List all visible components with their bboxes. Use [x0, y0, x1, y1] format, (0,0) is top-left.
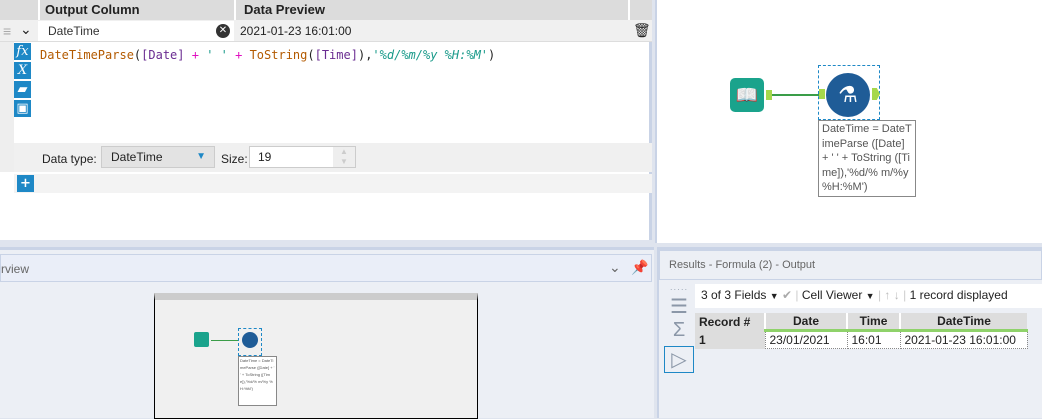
header-output-column: Output Column: [38, 0, 234, 20]
drag-handle-icon[interactable]: ≡: [3, 23, 11, 39]
data-type-select[interactable]: DateTime ▼: [101, 146, 215, 168]
column-header[interactable]: Date: [764, 313, 847, 332]
record-count: 1 record displayed: [909, 288, 1008, 302]
size-input[interactable]: 19 ▲ ▼: [249, 146, 356, 168]
arrow-down-icon[interactable]: ↓: [894, 288, 900, 302]
expr-field: [Time]: [314, 48, 358, 62]
grip-icon: ·····: [669, 285, 689, 294]
mini-connection: [211, 340, 239, 341]
size-label: Size:: [221, 152, 248, 166]
column-header[interactable]: DateTime: [899, 313, 1027, 332]
add-row: +: [14, 174, 652, 193]
header-data-preview: Data Preview: [234, 0, 628, 20]
header-end: [628, 0, 652, 20]
results-toolbar: 3 of 3 Fields ▼ ✔ | Cell Viewer ▼ | ↑ ↓ …: [695, 284, 1042, 308]
output-anchor: [872, 88, 880, 100]
expr-function: ToString: [249, 48, 308, 62]
expr-string: ' ': [206, 48, 228, 62]
variable-icon[interactable]: X: [14, 62, 31, 79]
size-value: 19: [258, 150, 272, 164]
add-field-button[interactable]: +: [17, 175, 34, 192]
overview-viewport[interactable]: DateTime = DateTimeParse ([Date] + ' ' +…: [154, 293, 478, 419]
preview-value: 2021-01-23 16:01:00: [240, 24, 352, 38]
expr-paren: ): [488, 48, 496, 62]
results-sidebar: ····· ☰ Σ ▷: [664, 285, 694, 373]
summary-icon[interactable]: Σ: [664, 319, 694, 342]
type-row: Data type: DateTime ▼ Size: 19 ▲ ▼: [14, 143, 652, 172]
formula-tool-selected[interactable]: ⚗: [818, 65, 880, 120]
expr-paren: (: [307, 48, 315, 62]
fields-dropdown[interactable]: 3 of 3 Fields: [701, 288, 766, 302]
output-column-value: DateTime: [48, 24, 100, 38]
input-tool-icon[interactable]: 📖: [730, 78, 764, 112]
trash-icon[interactable]: 🗑: [633, 22, 651, 39]
pin-icon[interactable]: 📌: [631, 259, 648, 276]
dropdown-arrow-icon: ▼: [196, 151, 206, 162]
output-column-input[interactable]: DateTime ✕: [38, 21, 234, 41]
open-folder-icon[interactable]: ▰: [14, 81, 31, 98]
data-type-label: Data type:: [42, 152, 97, 166]
overview-panel: rview ⌄ 📌 DateTime = DateTimeParse ([Dat…: [0, 247, 654, 419]
expression-editor[interactable]: DateTimeParse([Date] + ' ' + ToString([T…: [40, 48, 495, 62]
cell-date[interactable]: 23/01/2021: [764, 330, 848, 349]
expr-string: '%d/%m/%y %H:%M': [372, 48, 489, 62]
cell-datetime[interactable]: 2021-01-23 16:01:00: [899, 330, 1028, 349]
clear-icon[interactable]: ✕: [216, 24, 230, 38]
cell-time[interactable]: 16:01: [846, 330, 901, 349]
arrow-up-icon[interactable]: ↑: [884, 288, 890, 302]
chevron-down-icon[interactable]: ⌄: [609, 259, 621, 276]
expr-op: +: [227, 48, 250, 62]
mini-formula-tool: [238, 328, 262, 356]
function-icon[interactable]: fx: [14, 43, 31, 60]
overview-header: rview ⌄ 📌: [0, 254, 652, 282]
table-view-icon[interactable]: ☰: [664, 294, 694, 319]
size-stepper[interactable]: ▲ ▼: [333, 147, 355, 167]
results-title: Results - Formula (2) - Output: [669, 259, 816, 271]
connection-line: [772, 94, 822, 96]
results-panel: Results - Formula (2) - Output ····· ☰ Σ…: [657, 247, 1042, 418]
expr-function: DateTimeParse: [40, 48, 134, 62]
mini-annotation: DateTime = DateTimeParse ([Date] + ' ' +…: [238, 356, 277, 406]
formula-row[interactable]: ≡ ⌄ DateTime ✕ 2021-01-23 16:01:00 🗑: [0, 20, 652, 42]
workflow-canvas[interactable]: 📖 ⚗ DateTime = DateTimeParse ([Date] + '…: [655, 0, 1042, 243]
formula-flask-icon: ⚗: [826, 73, 870, 117]
header-spacer: [0, 0, 38, 20]
column-header[interactable]: Time: [846, 313, 900, 332]
results-header: Results - Formula (2) - Output: [659, 250, 1042, 280]
expr-paren: ),: [357, 48, 373, 62]
expression-toolbar: fx X ▰ ▣: [14, 43, 31, 119]
gutter: [0, 42, 14, 172]
apply-check-icon[interactable]: ✔: [782, 288, 792, 302]
output-icon[interactable]: ▷: [664, 346, 694, 373]
mini-flask-icon: [242, 332, 258, 348]
chevron-down-icon[interactable]: ⌄: [20, 21, 32, 38]
cell-viewer-dropdown[interactable]: Cell Viewer: [802, 288, 862, 302]
tool-annotation: DateTime = DateTimeParse ([Date] + ' ' +…: [818, 120, 916, 197]
table-header-row: Record # Date Time DateTime: [695, 313, 1027, 332]
column-header[interactable]: Record #: [695, 313, 765, 331]
input-anchor: [819, 89, 825, 99]
expr-field: [Date]: [141, 48, 185, 62]
save-icon[interactable]: ▣: [14, 100, 31, 117]
data-type-value: DateTime: [111, 150, 163, 164]
results-table: Record # Date Time DateTime 1 23/01/2021…: [695, 313, 1028, 349]
expr-op: +: [184, 48, 207, 62]
cell-record: 1: [695, 330, 765, 349]
mini-input-tool-icon: [194, 332, 209, 347]
overview-title: rview: [1, 262, 30, 276]
table-row[interactable]: 1 23/01/2021 16:01 2021-01-23 16:01:00: [695, 330, 1028, 349]
formula-config-panel: Output Column Data Preview ≡ ⌄ DateTime …: [0, 0, 652, 240]
